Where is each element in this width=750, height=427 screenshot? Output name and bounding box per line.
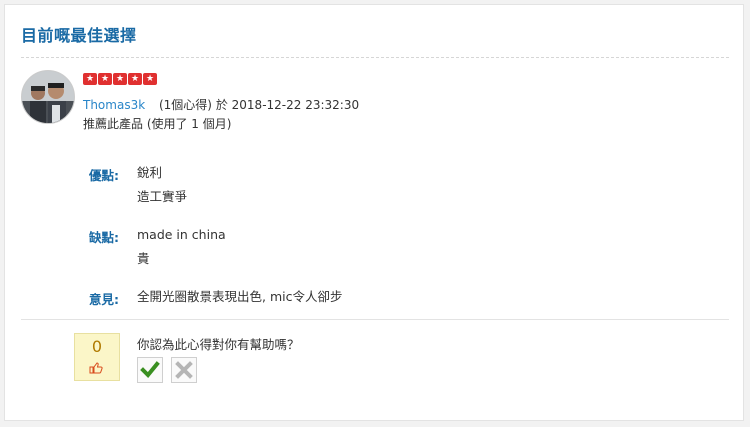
avatar-photo (22, 71, 74, 123)
opinion-value: 全開光圈散景表現出色, mic令人卻步 (137, 289, 343, 304)
helpful-vote-box: 0 (74, 333, 120, 381)
review-datetime: 2018-12-22 23:32:30 (231, 98, 360, 112)
divider (21, 319, 729, 320)
thumbs-up-icon (89, 362, 103, 377)
cons-value: made in china (137, 227, 226, 242)
star-icon: ★ (128, 73, 142, 85)
divider (21, 57, 729, 58)
star-icon: ★ (143, 73, 157, 85)
star-icon: ★ (83, 73, 97, 85)
helpful-count: 0 (91, 337, 103, 356)
cons-value: 貴 (137, 251, 150, 266)
check-icon (140, 361, 160, 378)
recommendation-text: 推薦此產品 (使用了 1 個月) (83, 117, 232, 131)
review-meta: Thomas3k (1個心得) 於 2018-12-22 23:32:30 (83, 96, 359, 113)
star-icon: ★ (98, 73, 112, 85)
review-count: (1個心得) (158, 98, 212, 112)
cons-label: 缺點: (89, 230, 119, 245)
helpful-yes-button[interactable] (137, 357, 163, 383)
avatar[interactable] (21, 70, 75, 124)
pros-label: 優點: (89, 168, 119, 183)
star-icon: ★ (113, 73, 127, 85)
rating-stars: ★ ★ ★ ★ ★ (83, 73, 157, 85)
helpful-no-button[interactable] (171, 357, 197, 383)
username-link[interactable]: Thomas3k (83, 98, 145, 112)
section-title: 目前嘅最佳選擇 (21, 26, 137, 45)
helpful-question: 你認為此心得對你有幫助嗎？ (137, 337, 300, 352)
review-card: 目前嘅最佳選擇 ★ ★ ★ ★ ★ Thomas3k (1個心得) 於 2018… (4, 4, 744, 421)
opinion-label: 意見: (89, 292, 119, 307)
pros-value: 造工實爭 (137, 189, 188, 204)
cross-icon (175, 361, 193, 379)
pros-value: 銳利 (137, 165, 163, 180)
date-prefix: 於 (215, 98, 228, 112)
